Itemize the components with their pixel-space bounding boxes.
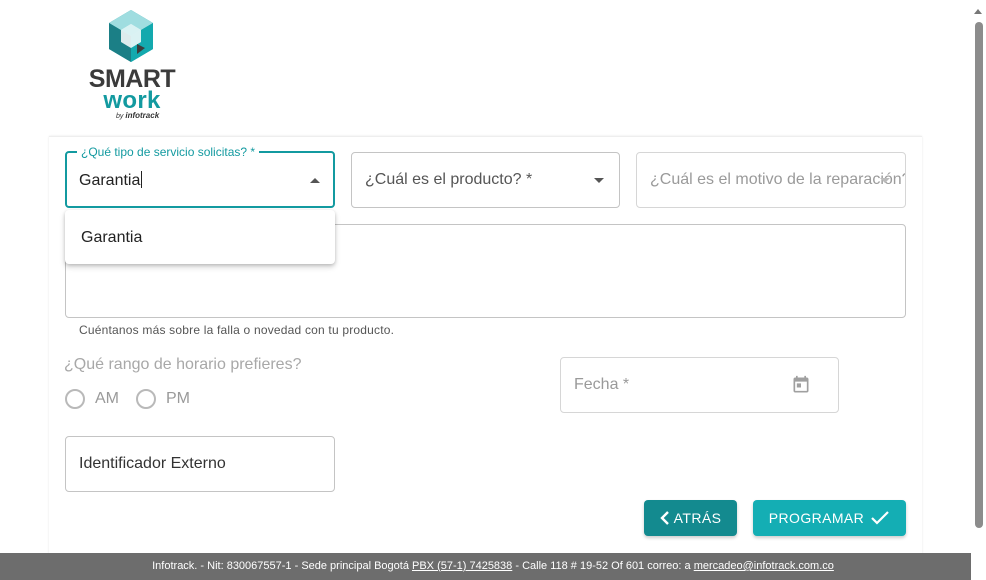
service-type-value-text: Garantia (79, 172, 141, 189)
service-type-label: ¿Qué tipo de servicio solicitas? * (77, 145, 260, 159)
footer-email-link[interactable]: mercadeo@infotrack.com.co (694, 560, 834, 572)
external-id-input[interactable]: Identificador Externo (65, 436, 335, 492)
scroll-up-icon[interactable] (974, 9, 982, 14)
product-placeholder: ¿Cuál es el producto? * (365, 171, 533, 188)
schedule-submit-button[interactable]: PROGRAMAR (753, 500, 906, 536)
service-type-select[interactable]: ¿Qué tipo de servicio solicitas? * Garan… (65, 145, 335, 208)
footer-phone-link[interactable]: PBX (57-1) 7425838 (412, 560, 512, 572)
radio-circle-am[interactable] (65, 389, 85, 409)
submit-button-label: PROGRAMAR (768, 510, 865, 526)
footer-address-text: - Calle 118 # 19-52 Of 601 correo: a (512, 560, 694, 572)
radio-pm[interactable]: PM (136, 389, 190, 409)
product-select[interactable]: ¿Cuál es el producto? * (351, 152, 620, 208)
footer-company-text: Infotrack. - Nit: 830067557-1 - Sede pri… (152, 560, 412, 572)
smartwork-logo-icon (109, 10, 153, 62)
back-button-label: ATRÁS (673, 510, 722, 526)
scrollbar-thumb[interactable] (975, 22, 983, 528)
logo-by-prefix: by (116, 113, 124, 120)
chevron-up-icon[interactable] (310, 178, 320, 183)
radio-am[interactable]: AM (65, 389, 119, 409)
text-cursor (141, 171, 143, 188)
repair-reason-select[interactable]: ¿Cuál es el motivo de la reparación? * (636, 152, 906, 208)
check-icon (871, 511, 889, 525)
scrollbar[interactable] (971, 0, 986, 580)
logo-by-company: infotrack (125, 111, 160, 120)
smartwork-logo: SMART work by infotrack (86, 10, 178, 122)
service-type-dropdown: Garantia (65, 210, 335, 264)
date-field[interactable]: Fecha * (560, 357, 839, 413)
page: SMART work by infotrack ¿Qué tipo de ser… (0, 0, 986, 580)
radio-label-pm: PM (166, 390, 190, 407)
service-type-option-garantia[interactable]: Garantia (81, 229, 142, 247)
description-helper-text: Cuéntanos más sobre la falla o novedad c… (79, 323, 395, 337)
schedule-question: ¿Qué rango de horario prefieres? (64, 356, 302, 373)
logo-by-text: by infotrack (116, 111, 159, 120)
radio-circle-pm[interactable] (136, 389, 156, 409)
calendar-icon[interactable] (791, 375, 811, 395)
chevron-down-icon[interactable] (594, 178, 604, 183)
chevron-down-icon (880, 178, 890, 183)
repair-reason-placeholder: ¿Cuál es el motivo de la reparación? * (650, 171, 906, 188)
service-type-value: Garantia (79, 171, 143, 190)
chevron-left-icon (659, 511, 669, 525)
external-id-placeholder: Identificador Externo (79, 455, 226, 472)
date-placeholder: Fecha * (574, 376, 630, 393)
footer: Infotrack. - Nit: 830067557-1 - Sede pri… (0, 553, 986, 580)
back-button[interactable]: ATRÁS (644, 500, 737, 536)
radio-label-am: AM (95, 390, 119, 407)
